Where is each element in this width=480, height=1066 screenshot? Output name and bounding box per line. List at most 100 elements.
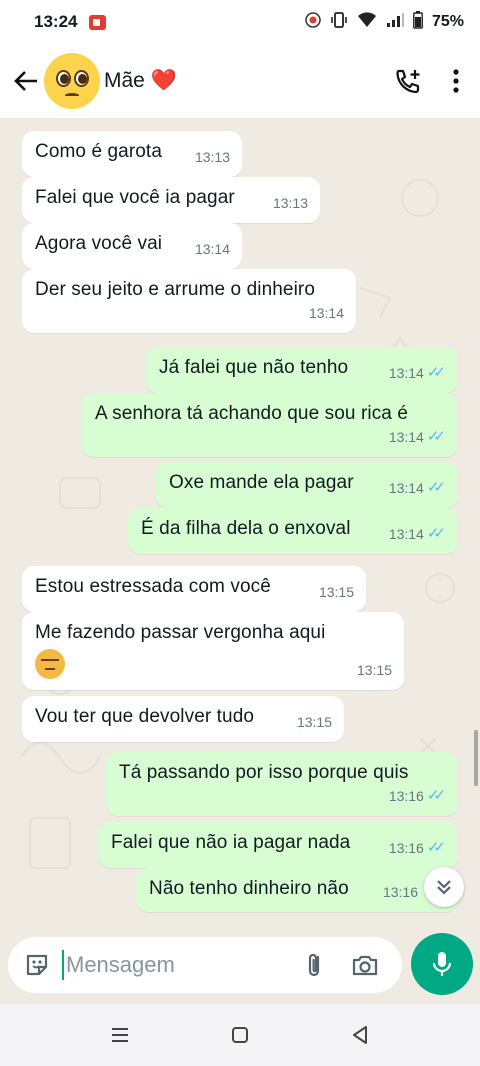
status-icons: 75%	[305, 10, 464, 34]
wifi-icon	[357, 11, 377, 33]
read-ticks-icon: ✓✓	[426, 525, 446, 542]
message-input-pill	[8, 937, 402, 993]
menu-lines-icon	[112, 1028, 128, 1042]
scrollbar-thumb[interactable]	[474, 730, 478, 786]
message-time: 13:14	[388, 526, 424, 542]
message-time: 13:15	[318, 584, 354, 600]
chat-header: Mãe ❤️	[0, 44, 480, 118]
more-options-button[interactable]	[432, 57, 480, 105]
message-text: É da filha dela o enxoval	[141, 518, 351, 539]
message-text: Der seu jeito e arrume o dinheiro	[35, 279, 315, 300]
message-bubble-incoming[interactable]: Estou estressada com você 13:15	[22, 566, 366, 612]
message-text: Vou ter que devolver tudo	[35, 706, 255, 727]
recent-apps-button[interactable]	[90, 1010, 150, 1060]
message-meta: 13:14	[195, 237, 230, 261]
message-text: A senhora tá achando que sou rica é	[95, 403, 409, 424]
read-ticks-icon: ✓✓	[426, 479, 446, 496]
message-input[interactable]	[62, 950, 282, 980]
message-meta: 13:14	[309, 301, 344, 325]
message-text: Me fazendo passar vergonha aqui	[35, 622, 326, 643]
message-meta: 13:13	[273, 191, 308, 215]
message-time: 13:16	[388, 788, 424, 804]
avatar-eye-left	[56, 70, 71, 87]
message-time: 13:16	[388, 840, 424, 856]
message-bubble-incoming[interactable]: Der seu jeito e arrume o dinheiro 13:14	[22, 269, 356, 333]
read-ticks-icon: ✓✓	[426, 787, 446, 804]
arrow-left-icon	[14, 71, 37, 91]
message-text: Agora você vai	[35, 233, 163, 254]
read-ticks-icon: ✓✓	[426, 364, 446, 381]
message-bubble-outgoing[interactable]: Falei que não ia pagar nada 13:16 ✓✓	[98, 822, 458, 868]
message-time: 13:14	[388, 365, 424, 381]
message-bubble-incoming[interactable]: Me fazendo passar vergonha aqui 13:15	[22, 612, 404, 690]
message-bubble-incoming[interactable]: Vou ter que devolver tudo 13:15	[22, 696, 344, 742]
more-vertical-icon	[453, 69, 459, 93]
message-text: Falei que não ia pagar nada	[111, 832, 351, 853]
message-bubble-outgoing[interactable]: Tá passando por isso porque quis 13:16 ✓✓	[106, 752, 458, 816]
battery-level: 75%	[431, 13, 464, 30]
message-time: 13:13	[194, 149, 230, 165]
message-meta: 13:14 ✓✓	[389, 476, 446, 500]
double-chevron-down-icon	[437, 880, 451, 895]
message-bubble-outgoing[interactable]: Já falei que não tenho 13:14 ✓✓	[146, 347, 458, 393]
sticker-icon	[26, 954, 48, 976]
message-meta: 13:16 ✓✓	[389, 784, 446, 808]
scroll-to-bottom-button[interactable]	[424, 867, 464, 907]
message-meta: 13:15	[297, 710, 332, 734]
message-meta: 13:15	[319, 580, 354, 604]
message-meta: 13:16 ✓✓	[389, 836, 446, 860]
sticker-button[interactable]	[12, 937, 62, 993]
composer-bar	[0, 933, 480, 1004]
contact-name[interactable]: Mãe ❤️	[104, 69, 177, 93]
home-button[interactable]	[210, 1010, 270, 1060]
message-meta: 13:14 ✓✓	[389, 361, 446, 385]
record-dot-icon	[305, 11, 321, 33]
screen-record-icon	[89, 14, 107, 30]
message-bubble-incoming[interactable]: Como é garota 13:13	[22, 131, 242, 177]
message-meta: 13:14 ✓✓	[389, 425, 446, 449]
message-time: 13:14	[388, 480, 424, 496]
camera-button[interactable]	[340, 937, 390, 993]
message-time: 13:13	[272, 195, 308, 211]
message-meta: 13:16	[383, 880, 418, 904]
chat-area[interactable]: Como é garota 13:13 Falei que você ia pa…	[0, 118, 480, 938]
message-bubble-incoming[interactable]: Agora você vai 13:14	[22, 223, 242, 269]
message-text: Oxe mande ela pagar	[169, 472, 354, 493]
signal-icon	[386, 12, 404, 33]
message-text: Estou estressada com você	[35, 576, 271, 597]
message-text: Já falei que não tenho	[159, 357, 349, 378]
message-time: 13:14	[308, 305, 344, 321]
message-bubble-incoming[interactable]: Falei que você ia pagar 13:13	[22, 177, 320, 223]
read-ticks-icon: ✓✓	[426, 428, 446, 445]
message-time: 13:14	[388, 429, 424, 445]
message-meta: 13:13	[195, 145, 230, 169]
triangle-back-icon	[353, 1026, 367, 1044]
status-time: 13:24	[34, 12, 78, 31]
back-button[interactable]	[8, 61, 44, 101]
paperclip-icon	[308, 953, 320, 977]
message-text: Como é garota	[35, 141, 162, 162]
message-text: Não tenho dinheiro não	[149, 878, 349, 899]
voice-record-button[interactable]	[411, 933, 473, 995]
unamused-face-icon	[35, 649, 65, 679]
read-ticks-icon: ✓✓	[426, 839, 446, 856]
message-bubble-outgoing[interactable]: Oxe mande ela pagar 13:14 ✓✓	[156, 462, 458, 508]
vibrate-icon	[330, 11, 348, 34]
message-time: 13:14	[194, 241, 230, 257]
add-call-button[interactable]	[384, 57, 432, 105]
message-time: 13:15	[296, 714, 332, 730]
attach-button[interactable]	[290, 937, 340, 993]
camera-icon	[352, 955, 378, 976]
message-bubble-outgoing[interactable]: A senhora tá achando que sou rica é 13:1…	[82, 393, 458, 457]
microphone-icon	[432, 952, 452, 976]
avatar[interactable]	[44, 53, 100, 109]
message-meta: 13:15	[357, 658, 392, 682]
battery-icon	[413, 10, 423, 34]
header-actions	[384, 57, 480, 105]
message-bubble-outgoing[interactable]: Não tenho dinheiro não 13:16	[136, 868, 458, 912]
square-home-icon	[232, 1027, 248, 1043]
message-time: 13:15	[356, 662, 392, 678]
message-bubble-outgoing[interactable]: É da filha dela o enxoval 13:14 ✓✓	[128, 508, 458, 554]
message-meta: 13:14 ✓✓	[389, 522, 446, 546]
system-back-button[interactable]	[330, 1010, 390, 1060]
